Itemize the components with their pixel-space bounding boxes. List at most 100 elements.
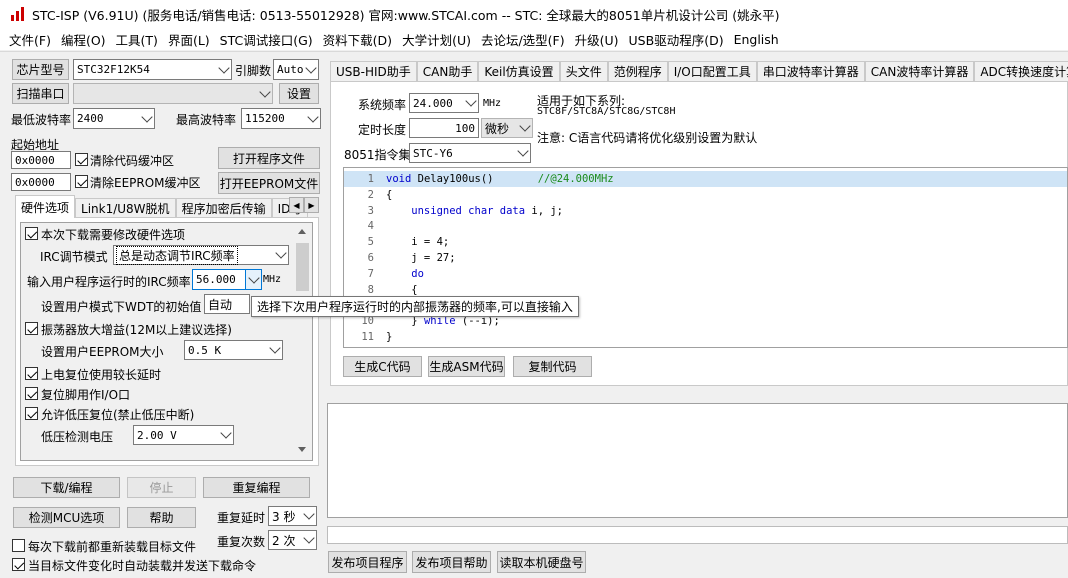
auto-load-checkbox[interactable] <box>12 558 25 571</box>
code-start-address-input[interactable]: 0x0000 <box>11 151 71 169</box>
open-program-file-button[interactable]: 打开程序文件 <box>218 147 320 169</box>
line-number: 7 <box>367 267 374 280</box>
tab-header-files[interactable]: 头文件 <box>559 61 608 81</box>
menu-forum[interactable]: 去论坛/选型(F) <box>476 30 570 49</box>
eeprom-size-label: 设置用户EEPROM大小 <box>41 345 164 359</box>
max-baud-select[interactable]: 115200 <box>241 108 321 129</box>
output-log[interactable] <box>327 403 1068 518</box>
repeat-delay-select[interactable]: 3 秒 <box>268 506 317 526</box>
lvd-reset-checkbox[interactable] <box>25 407 38 420</box>
eeprom-size-select[interactable]: 0.5 K <box>184 340 283 360</box>
modify-hw-checkbox[interactable] <box>25 227 38 240</box>
tab-scroll-left-button[interactable]: ◀ <box>289 197 304 213</box>
menu-file[interactable]: 文件(F) <box>4 30 56 49</box>
chevron-down-icon <box>259 85 271 98</box>
power-delay-checkbox[interactable] <box>25 367 38 380</box>
pin-count-select[interactable]: Auto <box>273 59 319 80</box>
menu-interface[interactable]: 界面(L) <box>163 30 215 49</box>
repeat-delay-label: 重复延时 <box>217 511 266 525</box>
repeat-delay-value: 3 秒 <box>272 509 296 524</box>
copy-code-button[interactable]: 复制代码 <box>513 356 592 377</box>
eeprom-start-address-input[interactable]: 0x0000 <box>11 173 71 191</box>
tab-adc-speed-calc[interactable]: ADC转换速度计算器 <box>974 61 1068 81</box>
publish-help-button[interactable]: 发布项目帮助 <box>412 551 491 573</box>
tab-can-assistant[interactable]: CAN助手 <box>416 61 479 81</box>
settings-button[interactable]: 设置 <box>279 83 319 104</box>
check-mcu-button[interactable]: 检测MCU选项 <box>13 507 120 528</box>
tab-examples[interactable]: 范例程序 <box>607 61 668 81</box>
generate-asm-code-button[interactable]: 生成ASM代码 <box>428 356 505 377</box>
osc-gain-checkbox[interactable] <box>25 322 38 335</box>
min-baud-select[interactable]: 2400 <box>73 108 155 129</box>
tab-hardware-options[interactable]: 硬件选项 <box>15 195 76 218</box>
code-text: } <box>386 331 393 343</box>
scroll-thumb[interactable] <box>296 243 309 291</box>
menu-usb-driver[interactable]: USB驱动程序(D) <box>624 30 729 49</box>
download-program-button[interactable]: 下载/编程 <box>13 477 120 498</box>
line-number: 4 <box>367 220 374 233</box>
code-line: 11} <box>344 329 1067 345</box>
power-delay-label: 上电复位使用较长延时 <box>41 368 162 382</box>
hw-options-scrollbar[interactable] <box>293 223 312 460</box>
irc-freq-value: 56.000 <box>196 273 236 286</box>
code-line: 4 <box>344 218 1067 234</box>
isa-label: 8051指令集 <box>344 148 411 162</box>
stc-app-icon <box>10 6 26 22</box>
menu-program[interactable]: 编程(O) <box>56 30 111 49</box>
system-freq-select[interactable]: 24.000 <box>409 93 479 113</box>
wdt-select[interactable]: 自动 <box>204 294 250 314</box>
tab-uart-baud-calc[interactable]: 串口波特率计算器 <box>756 61 865 81</box>
pin-count-label: 引脚数 <box>235 64 272 78</box>
chevron-down-icon <box>141 110 153 123</box>
irc-freq-input[interactable]: 56.000 <box>192 269 262 290</box>
code-text: { <box>386 283 418 296</box>
irc-mode-select[interactable]: 总是动态调节IRC频率 <box>113 245 289 265</box>
repeat-program-button[interactable]: 重复编程 <box>203 477 310 498</box>
tab-io-config[interactable]: I/O口配置工具 <box>667 61 757 81</box>
line-number: 6 <box>367 252 374 264</box>
isa-select[interactable]: STC-Y6 <box>409 143 531 163</box>
scan-port-button[interactable]: 扫描串口 <box>12 83 69 104</box>
read-disk-id-button[interactable]: 读取本机硬盘号 <box>497 551 586 573</box>
menu-english[interactable]: English <box>729 32 784 47</box>
menu-docs[interactable]: 资料下载(D) <box>318 30 397 49</box>
tab-can-baud-calc[interactable]: CAN波特率计算器 <box>864 61 975 81</box>
tab-keil-sim[interactable]: Keil仿真设置 <box>478 61 560 81</box>
chip-model-select[interactable]: STC32F12K54 <box>73 59 232 80</box>
publish-project-button[interactable]: 发布项目程序 <box>328 551 407 573</box>
chevron-down-icon <box>305 61 317 74</box>
code-editor[interactable]: 1 void Delay100us() //@24.000MHz 2{3 unsig… <box>343 167 1068 348</box>
tab-usb-hid[interactable]: USB-HID助手 <box>330 61 417 81</box>
reload-before-download-checkbox[interactable] <box>12 539 25 552</box>
menu-tools[interactable]: 工具(T) <box>111 30 163 49</box>
chip-model-button[interactable]: 芯片型号 <box>12 59 69 80</box>
stop-button[interactable]: 停止 <box>127 477 196 498</box>
tab-scroll-right-button[interactable]: ▶ <box>304 197 319 213</box>
chevron-down-icon <box>269 342 281 354</box>
wdt-label: 设置用户模式下WDT的初始值 <box>41 300 202 314</box>
system-freq-label: 系统频率 <box>358 98 407 112</box>
tab-link1-offline[interactable]: Link1/U8W脱机 <box>75 198 176 218</box>
repeat-count-select[interactable]: 2 次 <box>268 530 317 550</box>
delay-length-input[interactable]: 100 <box>409 118 479 138</box>
menu-bar: 文件(F) 编程(O) 工具(T) 界面(L) STC调试接口(G) 资料下载(… <box>0 28 1068 50</box>
clear-code-checkbox[interactable] <box>75 153 88 166</box>
code-line: 7 do <box>344 266 1067 282</box>
generate-c-code-button[interactable]: 生成C代码 <box>343 356 422 377</box>
reset-pin-io-checkbox[interactable] <box>25 387 38 400</box>
tab-encrypted-transfer[interactable]: 程序加密后传输 <box>175 198 272 218</box>
lvd-voltage-select[interactable]: 2.00 V <box>133 425 234 445</box>
menu-upgrade[interactable]: 升级(U) <box>570 30 624 49</box>
chevron-down-icon <box>220 427 232 439</box>
delay-unit-select[interactable]: 微秒 <box>481 118 533 138</box>
clear-eeprom-checkbox[interactable] <box>75 175 88 188</box>
irc-mode-label: IRC调节模式 <box>40 250 108 264</box>
menu-debug[interactable]: STC调试接口(G) <box>215 30 318 49</box>
help-button[interactable]: 帮助 <box>127 507 196 528</box>
chevron-down-icon <box>307 110 319 123</box>
open-eeprom-file-button[interactable]: 打开EEPROM文件 <box>218 172 320 194</box>
code-line: 3 unsigned char data i, j; <box>344 203 1067 219</box>
chevron-down-icon <box>275 247 287 259</box>
menu-university[interactable]: 大学计划(U) <box>397 30 476 49</box>
serial-port-select[interactable] <box>73 83 273 104</box>
